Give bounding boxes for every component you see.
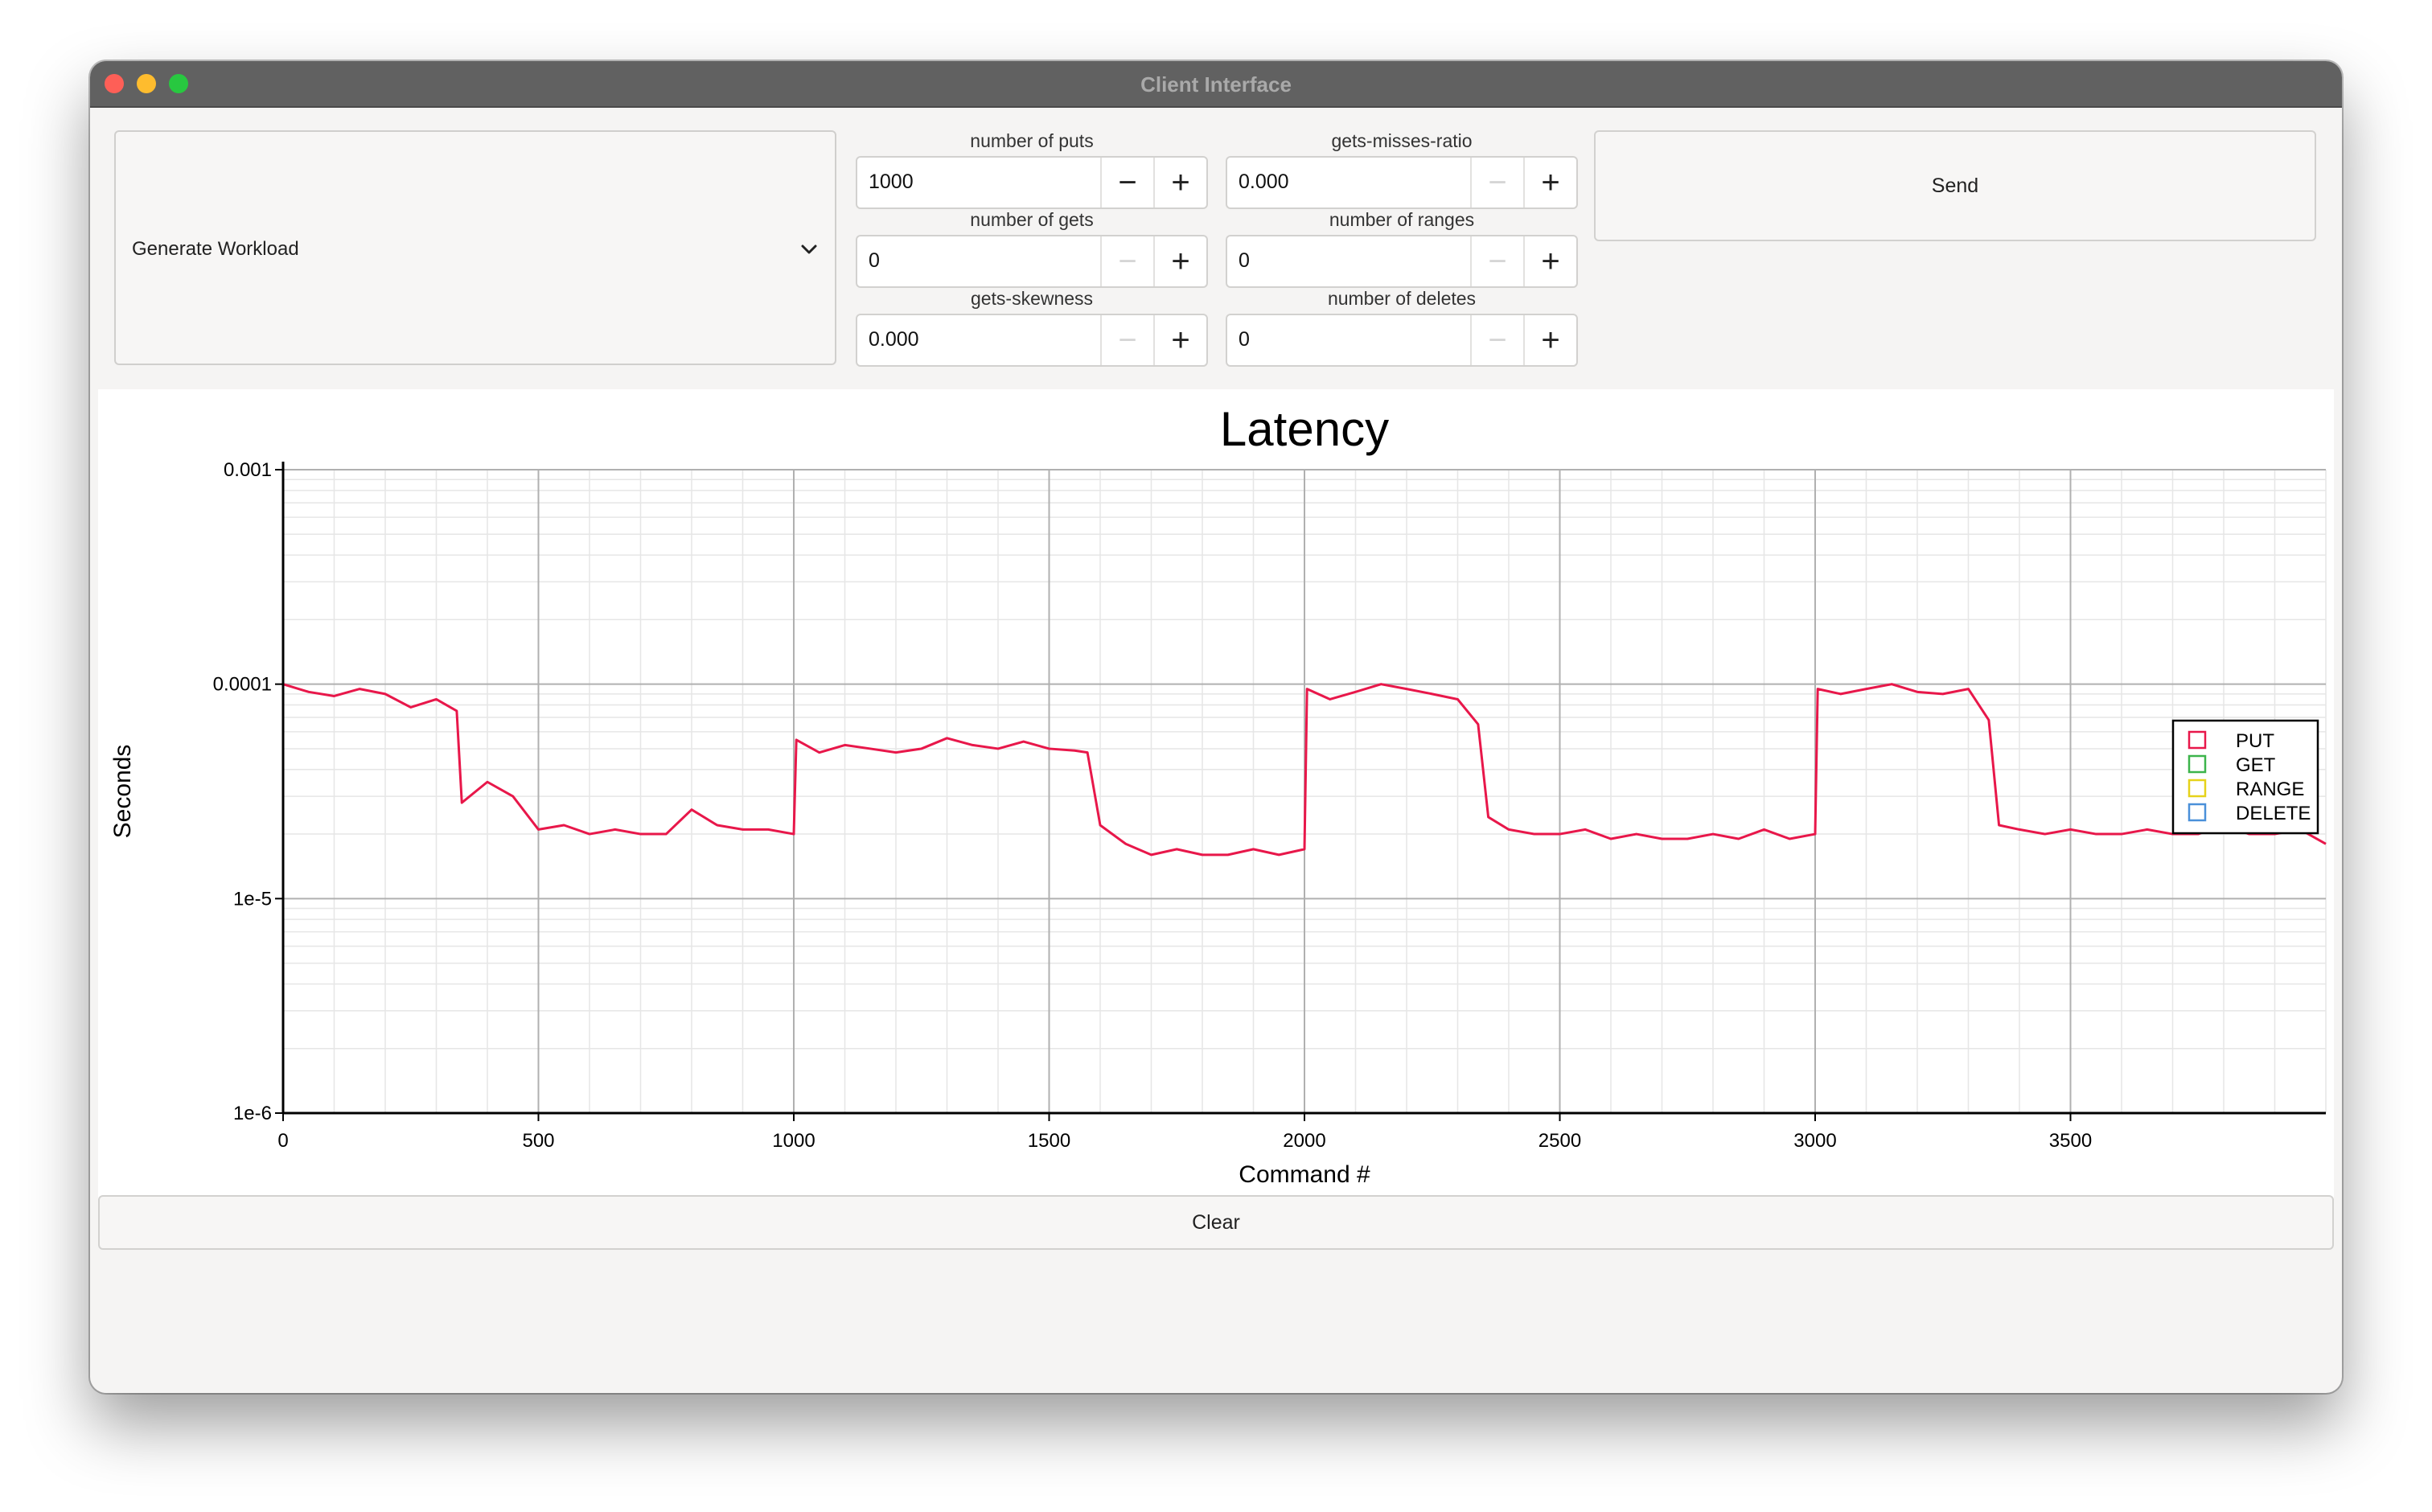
x-tick-label: 2000 — [1283, 1130, 1325, 1152]
y-tick-label: 0.0001 — [213, 674, 272, 696]
legend-label-range: RANGE — [2236, 779, 2304, 800]
gets-decrement-button[interactable]: − — [1100, 236, 1153, 286]
puts-increment-button[interactable]: + — [1153, 158, 1206, 207]
gets-label: number of gets — [970, 209, 1094, 230]
ranges-decrement-button[interactable]: − — [1470, 236, 1523, 286]
x-axis-label: Command # — [1239, 1161, 1370, 1188]
skewness-value[interactable]: 0.000 — [869, 328, 919, 351]
y-axis-label: Seconds — [109, 745, 136, 839]
workload-select-value: Generate Workload — [132, 238, 299, 260]
skewness-spinbox[interactable]: 0.000 − + — [856, 314, 1208, 367]
title-bar: Client Interface — [90, 61, 2342, 108]
misses-ratio-label: gets-misses-ratio — [1331, 130, 1473, 151]
puts-decrement-button[interactable]: − — [1100, 158, 1153, 207]
chevron-down-icon — [801, 244, 817, 254]
ranges-increment-button[interactable]: + — [1523, 236, 1576, 286]
legend-label-delete: DELETE — [2236, 803, 2311, 824]
gets-value[interactable]: 0 — [869, 249, 880, 273]
chart-title: Latency — [1220, 402, 1389, 456]
x-tick-label: 3500 — [2049, 1130, 2092, 1152]
window-title: Client Interface — [1140, 72, 1292, 97]
x-tick-label: 1000 — [772, 1130, 815, 1152]
latency-chart: 0 500 1000 1500 2000 2500 3000 3500 1e-6 1e-5 0.00… — [109, 402, 2327, 1188]
ranges-value[interactable]: 0 — [1239, 249, 1250, 273]
legend-label-get: GET — [2236, 754, 2276, 776]
ranges-label: number of ranges — [1329, 209, 1475, 230]
send-button[interactable]: Send — [1594, 130, 2316, 241]
y-tick-label: 1e-6 — [233, 1103, 272, 1124]
x-tick-label: 1500 — [1028, 1130, 1070, 1152]
y-tick-label: 0.001 — [224, 459, 272, 481]
x-tick-label: 0 — [277, 1130, 288, 1152]
skewness-label: gets-skewness — [970, 288, 1094, 309]
misses-ratio-value[interactable]: 0.000 — [1239, 171, 1289, 194]
deletes-label: number of deletes — [1327, 288, 1477, 309]
deletes-spinbox[interactable]: 0 − + — [1226, 314, 1578, 367]
gets-increment-button[interactable]: + — [1153, 236, 1206, 286]
app-window: Client Interface Generate Workload numbe… — [90, 61, 2342, 1393]
deletes-increment-button[interactable]: + — [1523, 315, 1576, 365]
misses-ratio-decrement-button[interactable]: − — [1470, 158, 1523, 207]
x-tick-label: 3000 — [1793, 1130, 1836, 1152]
latency-chart-panel: 0 500 1000 1500 2000 2500 3000 3500 1e-6 1e-5 0.00… — [98, 389, 2334, 1247]
y-tick-label: 1e-5 — [233, 888, 272, 910]
ranges-spinbox[interactable]: 0 − + — [1226, 235, 1578, 288]
skewness-increment-button[interactable]: + — [1153, 315, 1206, 365]
gets-spinbox[interactable]: 0 − + — [856, 235, 1208, 288]
puts-value[interactable]: 1000 — [869, 171, 914, 194]
misses-ratio-spinbox[interactable]: 0.000 − + — [1226, 156, 1578, 209]
deletes-value[interactable]: 0 — [1239, 328, 1250, 351]
workload-select[interactable]: Generate Workload — [114, 130, 836, 365]
x-tick-label: 500 — [522, 1130, 554, 1152]
deletes-decrement-button[interactable]: − — [1470, 315, 1523, 365]
x-tick-label: 2500 — [1538, 1130, 1581, 1152]
puts-label: number of puts — [970, 130, 1094, 151]
puts-spinbox[interactable]: 1000 − + — [856, 156, 1208, 209]
misses-ratio-increment-button[interactable]: + — [1523, 158, 1576, 207]
legend-label-put: PUT — [2236, 730, 2274, 752]
clear-button[interactable]: Clear — [98, 1195, 2334, 1250]
skewness-decrement-button[interactable]: − — [1100, 315, 1153, 365]
